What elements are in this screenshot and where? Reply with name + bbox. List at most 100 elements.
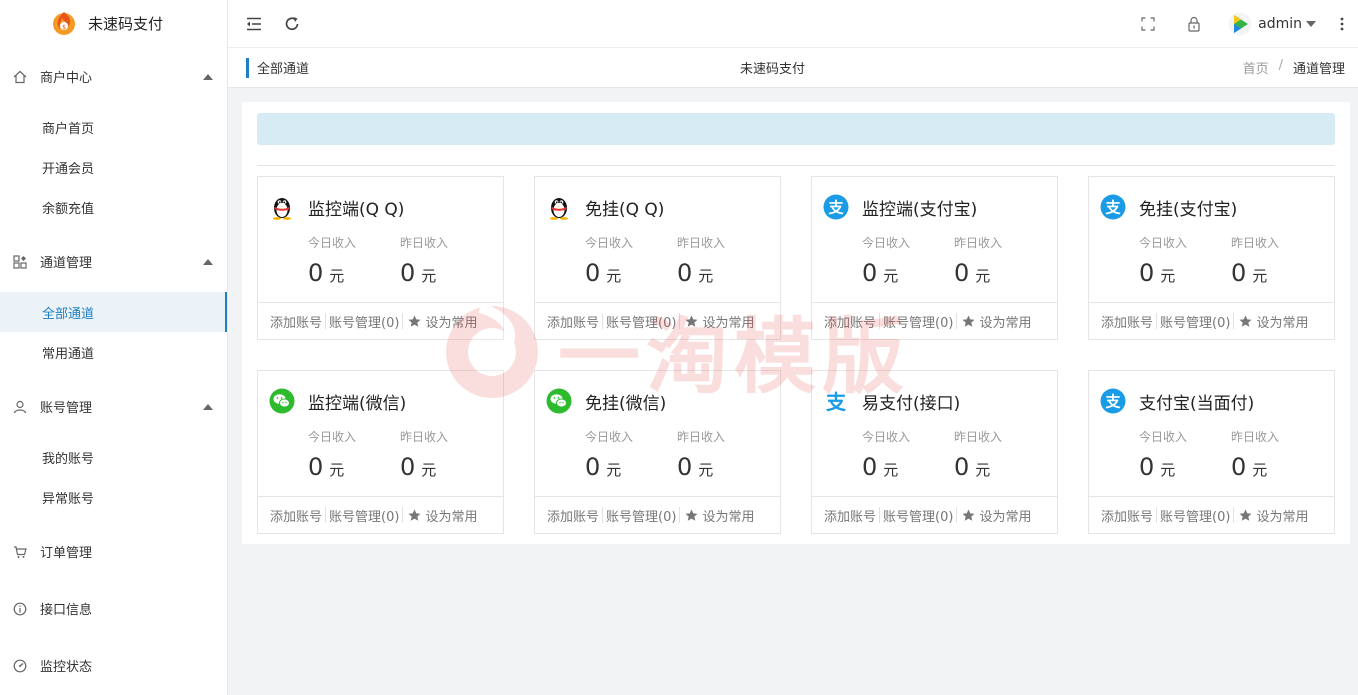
yesterday-income-value: 0元 — [677, 453, 713, 481]
set-favorite-button[interactable]: 设为常用 — [683, 312, 754, 331]
alipay-icon: 支 — [1100, 194, 1126, 220]
add-account-button[interactable]: 添加账号 — [547, 312, 599, 331]
manage-accounts-button[interactable]: 账号管理(0) — [606, 506, 676, 525]
star-icon — [685, 509, 698, 521]
sidebar-item-merchant-home[interactable]: 商户首页 — [0, 107, 227, 147]
unit: 元 — [329, 267, 345, 285]
today-income-value: 0元 — [585, 259, 621, 287]
card-actions: 添加账号 账号管理(0) 设为常用 — [1089, 496, 1334, 533]
yesterday-income-label: 昨日收入 — [400, 236, 449, 250]
sidebar-item-my-accounts[interactable]: 我的账号 — [0, 437, 227, 477]
divider — [956, 507, 958, 523]
star-icon — [1239, 509, 1252, 521]
yesterday-income-value: 0元 — [954, 453, 990, 481]
yesterday-income-label: 昨日收入 — [1231, 430, 1280, 444]
set-favorite-button[interactable]: 设为常用 — [1237, 506, 1308, 525]
channel-card: 支支付宝(当面付) 今日收入 昨日收入 0 元 0 元添加账号 账号管理(0) 设为常用 — [1088, 370, 1335, 534]
add-account-button[interactable]: 添加账号 — [1101, 312, 1153, 331]
today-income-label: 今日收入 — [308, 236, 357, 250]
more-vertical-icon[interactable] — [1332, 14, 1352, 34]
unit: 元 — [1160, 461, 1176, 479]
yesterday-income-label: 昨日收入 — [954, 236, 1003, 250]
avatar — [1228, 12, 1252, 35]
star-icon — [962, 315, 975, 327]
card-title: 监控端(支付宝) — [862, 199, 978, 220]
amount: 0 — [954, 259, 970, 287]
set-favorite-button[interactable]: 设为常用 — [1237, 312, 1308, 331]
add-account-button[interactable]: 添加账号 — [824, 312, 876, 331]
menu-fold-icon[interactable] — [244, 14, 264, 34]
set-favorite-label: 设为常用 — [1256, 315, 1309, 331]
caret-up-icon — [203, 258, 213, 265]
today-income-value: 0元 — [1139, 453, 1175, 481]
sidebar-item-recharge[interactable]: 余额充值 — [0, 187, 227, 227]
manage-accounts-button[interactable]: 账号管理(0) — [883, 312, 953, 331]
sidebar-group-channel[interactable]: 通道管理 — [0, 233, 227, 290]
add-account-button[interactable]: 添加账号 — [547, 506, 599, 525]
manage-accounts-button[interactable]: 账号管理(0) — [1160, 312, 1230, 331]
manage-accounts-button[interactable]: 账号管理(0) — [329, 312, 399, 331]
manage-accounts-button[interactable]: 账号管理(0) — [329, 506, 399, 525]
wechat-icon — [546, 388, 572, 414]
sidebar-item-common-channels[interactable]: 常用通道 — [0, 332, 227, 372]
breadcrumb-separator: / — [1278, 58, 1283, 73]
sidebar-group-label: 订单管理 — [40, 546, 93, 561]
today-income-value: 0元 — [1139, 259, 1175, 287]
breadcrumb-home[interactable]: 首页 — [1243, 58, 1269, 77]
set-favorite-button[interactable]: 设为常用 — [406, 312, 477, 331]
set-favorite-label: 设为常用 — [1256, 509, 1309, 525]
divider — [1233, 313, 1235, 329]
sidebar-group-account[interactable]: 账号管理 — [0, 378, 227, 435]
set-favorite-button[interactable]: 设为常用 — [960, 506, 1031, 525]
today-income-label: 今日收入 — [1139, 236, 1188, 250]
user-menu[interactable]: admin — [1228, 12, 1316, 36]
yesterday-income-value: 0元 — [1231, 453, 1267, 481]
card-actions: 添加账号 账号管理(0) 设为常用 — [535, 302, 780, 339]
sidebar-item-all-channels[interactable]: 全部通道 — [0, 292, 227, 332]
sidebar-group-api[interactable]: 接口信息 — [0, 580, 227, 637]
wechat-icon — [269, 388, 295, 414]
yesterday-income-value: 0元 — [954, 259, 990, 287]
set-favorite-label: 设为常用 — [425, 315, 478, 331]
amount: 0 — [677, 453, 693, 481]
sidebar-group-orders[interactable]: 订单管理 — [0, 523, 227, 580]
set-favorite-label: 设为常用 — [702, 315, 755, 331]
amount: 0 — [400, 453, 416, 481]
fullscreen-icon[interactable] — [1138, 14, 1158, 34]
page-header-bar: 全部通道 未速码支付 首页 / 通道管理 — [228, 48, 1358, 88]
today-income-label: 今日收入 — [1139, 430, 1188, 444]
add-account-button[interactable]: 添加账号 — [824, 506, 876, 525]
divider — [602, 313, 604, 329]
add-account-button[interactable]: 添加账号 — [270, 312, 322, 331]
card-header: 免挂(微信) — [546, 388, 666, 414]
alipay-icon: 支 — [1100, 388, 1126, 414]
username: admin — [1258, 15, 1302, 32]
set-favorite-button[interactable]: 设为常用 — [406, 506, 477, 525]
center-title: 未速码支付 — [740, 62, 806, 77]
set-favorite-label: 设为常用 — [979, 509, 1032, 525]
manage-accounts-button[interactable]: 账号管理(0) — [606, 312, 676, 331]
sidebar-item-open-member[interactable]: 开通会员 — [0, 147, 227, 187]
top-bar: admin — [228, 0, 1358, 48]
manage-accounts-button[interactable]: 账号管理(0) — [883, 506, 953, 525]
divider — [257, 165, 1335, 166]
lock-icon[interactable] — [1184, 14, 1204, 34]
svg-text:$: $ — [62, 24, 66, 31]
set-favorite-button[interactable]: 设为常用 — [683, 506, 754, 525]
sidebar-group-monitor[interactable]: 监控状态 — [0, 637, 227, 694]
sidebar-group-merchant[interactable]: 商户中心 — [0, 48, 227, 105]
today-income-label: 今日收入 — [585, 430, 634, 444]
unit: 元 — [698, 267, 714, 285]
manage-accounts-button[interactable]: 账号管理(0) — [1160, 506, 1230, 525]
set-favorite-button[interactable]: 设为常用 — [960, 312, 1031, 331]
brand[interactable]: $ 未速码支付 — [0, 0, 227, 46]
card-actions: 添加账号 账号管理(0) 设为常用 — [535, 496, 780, 533]
amount: 0 — [677, 259, 693, 287]
divider — [879, 507, 881, 523]
add-account-button[interactable]: 添加账号 — [1101, 506, 1153, 525]
amount: 0 — [308, 259, 324, 287]
add-account-button[interactable]: 添加账号 — [270, 506, 322, 525]
page-tab-title[interactable]: 全部通道 — [257, 58, 309, 77]
refresh-icon[interactable] — [282, 14, 302, 34]
sidebar-item-abnormal-accounts[interactable]: 异常账号 — [0, 477, 227, 517]
